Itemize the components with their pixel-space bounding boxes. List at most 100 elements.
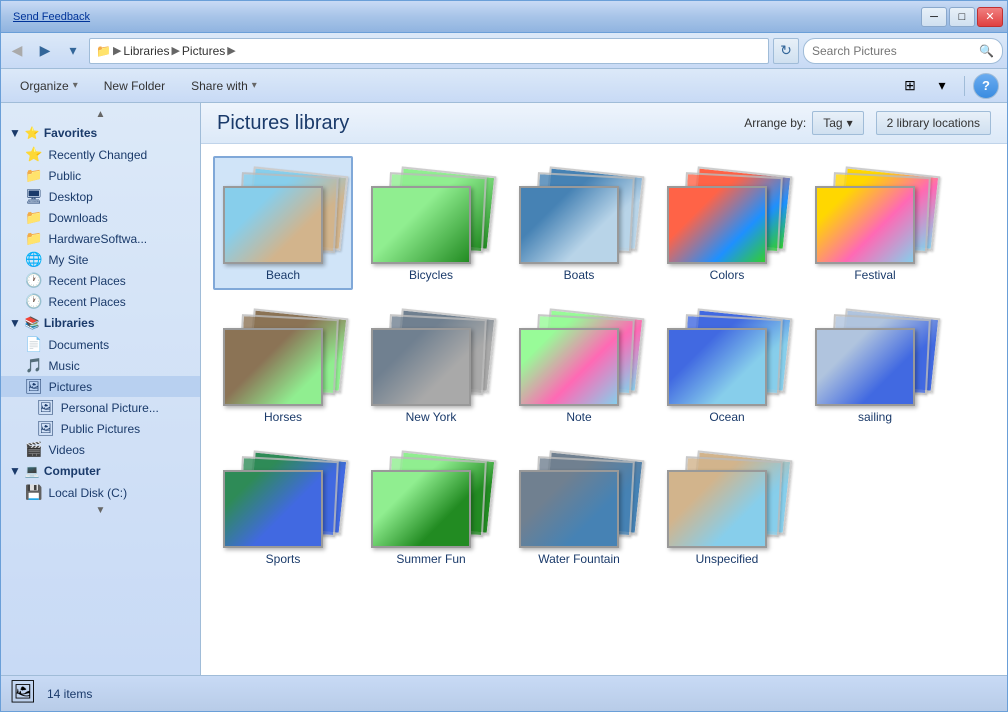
folder-label: Beach	[266, 268, 300, 282]
sidebar: ▲ ▼ ⭐ Favorites ⭐ Recently Changed 📁 Pub…	[1, 103, 201, 675]
folder-label: sailing	[858, 410, 892, 424]
recent-places-1-label: Recent Places	[48, 274, 125, 288]
local-disk-label: Local Disk (C:)	[48, 486, 127, 500]
new-folder-button[interactable]: New Folder	[93, 73, 176, 99]
sidebar-item-local-disk[interactable]: 💾 Local Disk (C:)	[1, 482, 200, 503]
folder-stack	[815, 306, 935, 406]
folder-item-water-fountain[interactable]: Water Fountain	[509, 440, 649, 574]
address-bar[interactable]: 📁 ▶ Libraries ▶ Pictures ▶	[89, 38, 769, 64]
sidebar-item-public-pictures[interactable]: 🖼 Public Pictures	[1, 418, 200, 439]
nav-bar: ◀ ▶ ▾ 📁 ▶ Libraries ▶ Pictures ▶ ↻ 🔍	[1, 33, 1007, 69]
folder-item-beach[interactable]: Beach	[213, 156, 353, 290]
folder-item-festival[interactable]: Festival	[805, 156, 945, 290]
toolbar: Organize ▾ New Folder Share with ▾ ⊞ ▾ ?	[1, 69, 1007, 103]
sidebar-item-desktop[interactable]: 🖥 Desktop	[1, 186, 200, 207]
favorites-star-icon: ⭐	[25, 126, 40, 140]
libraries-label: Libraries	[44, 316, 95, 330]
sidebar-libraries-header[interactable]: ▼ 📚 Libraries	[1, 312, 200, 334]
view-dropdown-button[interactable]: ▾	[928, 73, 956, 99]
public-icon: 📁	[25, 167, 42, 184]
sidebar-item-mysite[interactable]: 🌐 My Site	[1, 249, 200, 270]
hardwaresoftware-icon: 📁	[25, 230, 42, 247]
photo-front	[667, 186, 767, 264]
toolbar-separator	[964, 76, 965, 96]
sidebar-item-public[interactable]: 📁 Public	[1, 165, 200, 186]
folder-label: Unspecified	[696, 552, 759, 566]
photo-front	[371, 328, 471, 406]
public-label: Public	[48, 169, 81, 183]
folder-stack	[519, 448, 639, 548]
folder-item-colors[interactable]: Colors	[657, 156, 797, 290]
arrange-by-button[interactable]: Tag ▾	[812, 111, 863, 135]
documents-label: Documents	[48, 338, 109, 352]
close-button[interactable]: ✕	[977, 7, 1003, 27]
back-button[interactable]: ◀	[5, 39, 29, 63]
sidebar-favorites-header[interactable]: ▼ ⭐ Favorites	[1, 122, 200, 144]
folder-label: Horses	[264, 410, 302, 424]
folder-label: Boats	[564, 268, 595, 282]
folder-item-note[interactable]: Note	[509, 298, 649, 432]
organize-button[interactable]: Organize ▾	[9, 73, 89, 99]
refresh-button[interactable]: ↻	[773, 38, 799, 64]
photo-front	[815, 186, 915, 264]
folder-stack	[371, 306, 491, 406]
share-with-button[interactable]: Share with ▾	[180, 73, 268, 99]
view-icons-button[interactable]: ⊞	[896, 73, 924, 99]
recent-places-1-icon: 🕐	[25, 272, 42, 289]
search-input[interactable]	[812, 44, 975, 58]
search-icon[interactable]: 🔍	[979, 44, 994, 58]
sidebar-computer-header[interactable]: ▼ 💻 Computer	[1, 460, 200, 482]
recently-changed-icon: ⭐	[25, 146, 42, 163]
sidebar-item-recent-places-2[interactable]: 🕐 Recent Places	[1, 291, 200, 312]
sidebar-item-recent-places-1[interactable]: 🕐 Recent Places	[1, 270, 200, 291]
sidebar-item-personal-pictures[interactable]: 🖼 Personal Picture...	[1, 397, 200, 418]
sidebar-item-hardwaresoftware[interactable]: 📁 HardwareSoftwa...	[1, 228, 200, 249]
breadcrumb-icon: 📁	[96, 44, 111, 58]
photo-front	[519, 186, 619, 264]
folder-item-bicycles[interactable]: Bicycles	[361, 156, 501, 290]
folder-item-sports[interactable]: Sports	[213, 440, 353, 574]
sidebar-item-videos[interactable]: 🎬 Videos	[1, 439, 200, 460]
sidebar-item-pictures[interactable]: 🖼 Pictures	[1, 376, 200, 397]
send-feedback-link[interactable]: Send Feedback	[13, 11, 90, 23]
hardwaresoftware-label: HardwareSoftwa...	[48, 232, 147, 246]
public-pictures-label: Public Pictures	[61, 422, 140, 436]
music-icon: 🎵	[25, 357, 42, 374]
sidebar-item-music[interactable]: 🎵 Music	[1, 355, 200, 376]
help-button[interactable]: ?	[973, 73, 999, 99]
breadcrumb-libraries[interactable]: Libraries	[123, 44, 169, 58]
maximize-button[interactable]: □	[949, 7, 975, 27]
downloads-label: Downloads	[48, 211, 107, 225]
sidebar-item-documents[interactable]: 📄 Documents	[1, 334, 200, 355]
arrange-chevron-icon: ▾	[847, 116, 853, 130]
folder-item-summer-fun[interactable]: Summer Fun	[361, 440, 501, 574]
share-with-label: Share with	[191, 79, 248, 93]
photo-front	[371, 186, 471, 264]
dropdown-button[interactable]: ▾	[61, 39, 85, 63]
minimize-button[interactable]: ─	[921, 7, 947, 27]
sidebar-item-downloads[interactable]: 📁 Downloads	[1, 207, 200, 228]
folder-label: Bicycles	[409, 268, 453, 282]
folder-item-ocean[interactable]: Ocean	[657, 298, 797, 432]
status-item-count: 14 items	[47, 687, 92, 701]
recently-changed-label: Recently Changed	[48, 148, 147, 162]
folder-label: Colors	[710, 268, 745, 282]
folder-item-boats[interactable]: Boats	[509, 156, 649, 290]
folder-label: Ocean	[709, 410, 744, 424]
sidebar-item-recently-changed[interactable]: ⭐ Recently Changed	[1, 144, 200, 165]
folder-item-horses[interactable]: Horses	[213, 298, 353, 432]
folder-item-unspecified[interactable]: Unspecified	[657, 440, 797, 574]
main-layout: ▲ ▼ ⭐ Favorites ⭐ Recently Changed 📁 Pub…	[1, 103, 1007, 675]
folder-stack	[815, 164, 935, 264]
computer-collapse-icon: ▼	[9, 464, 21, 478]
folders-grid: Beach Bicycles Boats Colors	[201, 144, 1007, 586]
scroll-up-arrow[interactable]: ▲	[1, 107, 200, 122]
forward-button[interactable]: ▶	[33, 39, 57, 63]
folder-item-sailing[interactable]: sailing	[805, 298, 945, 432]
scroll-down-arrow[interactable]: ▼	[1, 503, 200, 518]
libraries-collapse-icon: ▼	[9, 316, 21, 330]
folder-item-new-york[interactable]: New York	[361, 298, 501, 432]
library-locations-button[interactable]: 2 library locations	[876, 111, 991, 135]
breadcrumb-pictures[interactable]: Pictures	[182, 44, 225, 58]
arrange-label: Arrange by:	[744, 116, 806, 130]
